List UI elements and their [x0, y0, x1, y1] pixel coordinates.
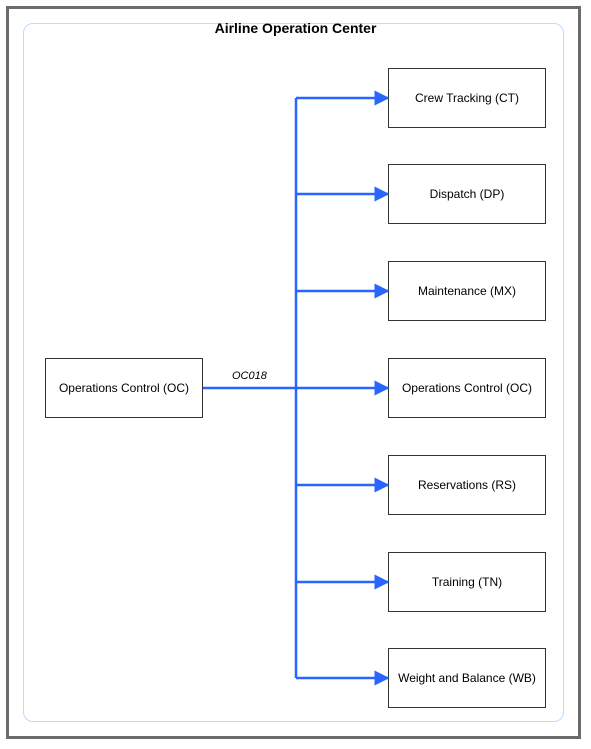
node-source-operations-control: Operations Control (OC) — [45, 358, 203, 418]
node-label: Dispatch (DP) — [430, 187, 505, 201]
node-label: Crew Tracking (CT) — [415, 91, 519, 105]
diagram-title: Airline Operation Center — [0, 20, 591, 36]
node-reservations: Reservations (RS) — [388, 455, 546, 515]
node-label: Training (TN) — [432, 575, 502, 589]
node-label: Operations Control (OC) — [402, 381, 532, 395]
node-label: Reservations (RS) — [418, 478, 516, 492]
node-dispatch: Dispatch (DP) — [388, 164, 546, 224]
node-label: Weight and Balance (WB) — [398, 671, 536, 685]
node-maintenance: Maintenance (MX) — [388, 261, 546, 321]
node-label: Maintenance (MX) — [418, 284, 516, 298]
edge-label: OC018 — [232, 370, 267, 382]
node-weight-balance: Weight and Balance (WB) — [388, 648, 546, 708]
node-label: Operations Control (OC) — [59, 381, 189, 395]
node-training: Training (TN) — [388, 552, 546, 612]
node-operations-control-target: Operations Control (OC) — [388, 358, 546, 418]
node-crew-tracking: Crew Tracking (CT) — [388, 68, 546, 128]
